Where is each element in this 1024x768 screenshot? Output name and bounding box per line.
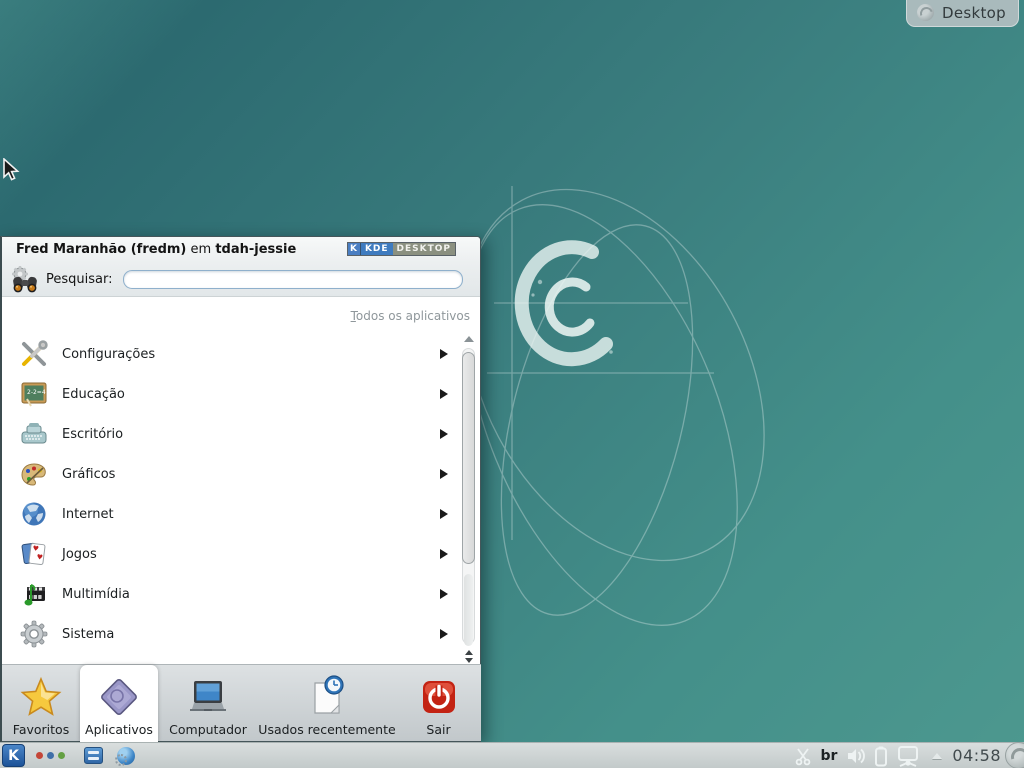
host-name: tdah-jessie	[215, 242, 296, 257]
laptop-icon	[186, 675, 230, 719]
gear-icon	[19, 619, 49, 649]
tab-sair[interactable]: Sair	[396, 665, 481, 742]
kde-badge-text: KDE	[361, 243, 393, 255]
kde-menu-button[interactable]: K	[2, 744, 25, 767]
kde-desktop-badge: K KDE DESKTOP	[347, 242, 456, 256]
clapperboard-note-icon	[19, 579, 49, 609]
tray-expand-arrow-icon[interactable]	[932, 753, 942, 759]
category-educacao[interactable]: 2-2=4 Educação	[2, 374, 456, 414]
green-dot-icon	[58, 752, 65, 759]
svg-text:2-2=4: 2-2=4	[27, 389, 46, 396]
keyboard-layout-indicator[interactable]: br	[820, 748, 837, 764]
panel-cashew-icon[interactable]	[1005, 742, 1024, 768]
blue-dot-icon	[47, 752, 54, 759]
tab-favoritos[interactable]: Favoritos	[2, 665, 80, 742]
search-binoculars-icon	[10, 265, 40, 295]
submenu-arrow-icon	[440, 629, 448, 639]
breadcrumb-row: Todos os aplicativos	[2, 297, 480, 327]
chalkboard-icon: 2-2=4	[19, 379, 49, 409]
category-list: Configurações 2-2=4 Educação	[2, 334, 456, 664]
globe-icon	[19, 499, 49, 529]
digital-clock[interactable]: 04:58	[952, 746, 1001, 765]
scrollbar-handle[interactable]	[462, 352, 475, 564]
scrollbar-groove	[464, 574, 473, 646]
kickoff-launcher-popup: Fred Maranhão (fredm) em tdah-jessie K K…	[0, 236, 481, 742]
submenu-arrow-icon	[440, 349, 448, 359]
user-name: Fred Maranhão (fredm)	[16, 242, 186, 257]
typewriter-icon	[19, 419, 49, 449]
kickoff-header: Fred Maranhão (fredm) em tdah-jessie K K…	[2, 237, 480, 263]
connector-text: em	[191, 242, 212, 257]
kde-logo-icon: K	[348, 243, 361, 255]
scroll-down-icon[interactable]	[465, 658, 473, 663]
document-clock-icon	[305, 675, 349, 719]
tab-computador[interactable]: Computador	[158, 665, 258, 742]
panel-launchers: K	[0, 744, 135, 767]
submenu-arrow-icon	[440, 589, 448, 599]
power-icon	[417, 675, 461, 719]
kde-diamond-icon	[97, 675, 141, 719]
category-sistema[interactable]: Sistema	[2, 614, 456, 654]
folder-view-cashew-icon[interactable]	[917, 4, 934, 21]
category-multimidia[interactable]: Multimídia	[2, 574, 456, 614]
svg-text:♥: ♥	[36, 553, 43, 562]
device-notifier-icon[interactable]	[895, 745, 921, 767]
applications-view: Todos os aplicativos Configurações 2-2=4	[2, 297, 480, 664]
klipper-scissors-icon[interactable]	[793, 746, 813, 766]
file-manager-icon[interactable]	[84, 747, 103, 764]
star-icon	[19, 675, 63, 719]
svg-text:♥: ♥	[32, 544, 39, 553]
submenu-arrow-icon	[440, 429, 448, 439]
globe-gear-icon[interactable]	[117, 747, 135, 765]
submenu-arrow-icon	[440, 389, 448, 399]
search-label: Pesquisar:	[46, 272, 113, 287]
category-internet[interactable]: Internet	[2, 494, 456, 534]
category-utilitarios[interactable]: Utilitários	[2, 654, 456, 664]
battery-icon[interactable]	[874, 745, 888, 767]
category-escritorio[interactable]: Escritório	[2, 414, 456, 454]
bottom-panel: K br	[0, 742, 1024, 768]
system-tray: br 04:58	[793, 743, 1024, 768]
tab-aplicativos[interactable]: Aplicativos	[80, 665, 158, 742]
crossed-tools-icon	[19, 339, 49, 369]
scroll-up-icon[interactable]	[465, 650, 473, 655]
submenu-arrow-icon	[440, 509, 448, 519]
pager-dots-icon[interactable]	[36, 752, 65, 759]
category-jogos[interactable]: ♥♥ Jogos	[2, 534, 456, 574]
search-input[interactable]	[123, 270, 463, 289]
desktop-badge-text: DESKTOP	[393, 243, 455, 255]
category-configuracoes[interactable]: Configurações	[2, 334, 456, 374]
breadcrumb[interactable]: Todos os aplicativos	[351, 309, 470, 323]
search-row: Pesquisar:	[2, 263, 480, 297]
red-dot-icon	[36, 752, 43, 759]
category-graficos[interactable]: Gráficos	[2, 454, 456, 494]
folder-view-title: Desktop	[942, 4, 1006, 22]
folder-view-titlebar[interactable]: Desktop	[906, 0, 1019, 27]
scroll-up-icon[interactable]	[464, 336, 474, 342]
playing-cards-icon: ♥♥	[19, 539, 49, 569]
submenu-arrow-icon	[440, 549, 448, 559]
volume-icon[interactable]	[845, 746, 867, 766]
kde-logo-icon: K	[8, 749, 19, 763]
paint-palette-icon	[19, 459, 49, 489]
submenu-arrow-icon	[440, 469, 448, 479]
menu-scrollbar[interactable]	[461, 336, 477, 664]
tab-usados-recentemente[interactable]: Usados recentemente	[258, 665, 396, 742]
mouse-cursor	[2, 158, 26, 184]
kickoff-tab-bar: Favoritos Aplicativos Computador	[2, 664, 481, 741]
